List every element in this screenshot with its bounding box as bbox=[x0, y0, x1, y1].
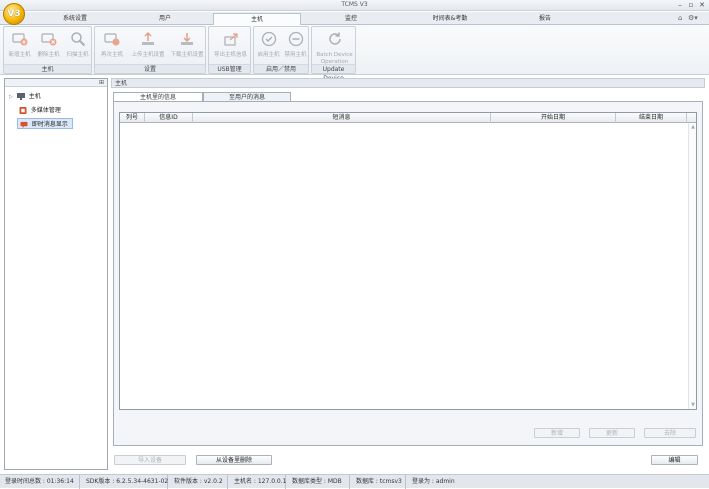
vertical-scrollbar[interactable]: ▲ ▼ bbox=[688, 123, 696, 409]
group-device: 新增主机 删除主机 扫描主机 主机 bbox=[3, 26, 92, 74]
search-icon bbox=[70, 32, 85, 47]
minimize-button[interactable]: – bbox=[675, 0, 685, 10]
status-host-name: 主机名 : 127.0.0.1 bbox=[231, 475, 286, 489]
download-icon bbox=[181, 33, 193, 45]
tree-item-messages[interactable]: 即时消息显示 bbox=[17, 118, 73, 129]
delete-button[interactable]: 去除 bbox=[644, 428, 696, 438]
tab-device[interactable]: 主机 bbox=[213, 13, 301, 25]
group-settings: 再次主机 上传主机设置 下载主机设置 设置 bbox=[94, 26, 206, 74]
restore-button[interactable]: ▫ bbox=[686, 0, 696, 10]
message-icon bbox=[20, 121, 28, 128]
column-header-message-id[interactable]: 信息ID bbox=[145, 113, 193, 123]
reconnect-device-button[interactable]: 再次主机 bbox=[97, 29, 127, 61]
column-header-start-date[interactable]: 开始日期 bbox=[491, 113, 616, 123]
title-bar: TCMS V3 – ▫ ✕ bbox=[0, 0, 709, 11]
app-logo[interactable]: V3 bbox=[3, 3, 25, 25]
close-button[interactable]: ✕ bbox=[697, 0, 707, 10]
settings-menu-icon[interactable]: ⚙▾ bbox=[688, 14, 698, 22]
add-device-button[interactable]: 新增主机 bbox=[6, 29, 33, 61]
status-database: 数据库 : tcmsv3 bbox=[353, 475, 406, 489]
ribbon-tabs: 系统设置 用户 主机 监控 时间表&考勤 报告 ⌂ ⚙▾ bbox=[0, 12, 709, 25]
status-login-time: 登录时间总数 : 01:36:14 bbox=[2, 475, 80, 489]
group-label: Update Device bbox=[312, 64, 355, 82]
tab-schedule[interactable]: 时间表&考勤 bbox=[410, 13, 490, 25]
table-header: 列号 信息ID 短消息 开始日期 结束日期 bbox=[120, 113, 696, 123]
group-label: USB管理 bbox=[209, 64, 250, 73]
pin-icon[interactable]: ⊞ bbox=[99, 79, 104, 86]
device-icon bbox=[104, 33, 120, 46]
upload-settings-button[interactable]: 上传主机设置 bbox=[129, 29, 167, 61]
media-icon bbox=[19, 107, 27, 114]
tab-users[interactable]: 用户 bbox=[130, 13, 200, 25]
column-header-end-date[interactable]: 结束日期 bbox=[616, 113, 687, 123]
group-label: 主机 bbox=[4, 64, 91, 73]
messages-table: 列号 信息ID 短消息 开始日期 结束日期 ▲ ▼ bbox=[119, 112, 697, 410]
expand-arrow-icon[interactable]: ▷ bbox=[9, 94, 13, 100]
group-label: 设置 bbox=[95, 64, 205, 73]
remove-from-device-button[interactable]: 从设备里删除 bbox=[196, 455, 272, 465]
check-circle-icon bbox=[261, 31, 276, 47]
scan-device-button[interactable]: 扫描主机 bbox=[64, 29, 91, 61]
status-sdk-version: SDK版本 : 6.2.5.34-4631-02 bbox=[83, 475, 168, 489]
window-title: TCMS V3 bbox=[341, 1, 368, 8]
status-logged-in-as: 登录为 : admin bbox=[412, 478, 455, 485]
delete-device-icon bbox=[40, 33, 56, 46]
group-label: 启用／禁用 bbox=[254, 64, 308, 73]
disable-device-button[interactable]: 禁用主机 bbox=[282, 29, 309, 61]
update-button[interactable]: 更新 bbox=[589, 428, 635, 438]
main-panel: 主机 主机里的信息 至用户的消息 列号 信息ID 短消息 开始日期 结束日期 ▲… bbox=[111, 78, 705, 470]
add-device-icon bbox=[11, 33, 27, 46]
main-header: 主机 bbox=[111, 78, 705, 88]
import-device-button[interactable]: 导入设备 bbox=[114, 455, 186, 465]
group-update-device: Batch Device Operation Update Device bbox=[311, 26, 356, 82]
add-button[interactable]: 新增 bbox=[534, 428, 580, 438]
delete-device-button[interactable]: 删除主机 bbox=[35, 29, 62, 61]
column-header-no[interactable]: 列号 bbox=[120, 113, 145, 123]
group-usb: 导出主机信息 USB管理 bbox=[208, 26, 251, 74]
export-icon bbox=[223, 33, 238, 46]
group-enable-disable: 启用主机 禁用主机 启用／禁用 bbox=[253, 26, 309, 74]
status-software-version: 软件版本 : v2.0.2 bbox=[171, 475, 228, 489]
status-bar: 登录时间总数 : 01:36:14 SDK版本 : 6.2.5.34-4631-… bbox=[0, 474, 709, 489]
upload-icon bbox=[142, 31, 154, 45]
edit-button[interactable]: 编辑 bbox=[651, 455, 698, 465]
enable-device-button[interactable]: 启用主机 bbox=[255, 29, 282, 61]
column-header-short-message[interactable]: 短消息 bbox=[193, 113, 491, 123]
tree-item-media[interactable]: 多媒体管理 bbox=[19, 105, 61, 116]
download-settings-button[interactable]: 下载主机设置 bbox=[168, 29, 206, 61]
export-device-info-button[interactable]: 导出主机信息 bbox=[211, 29, 250, 61]
help-icon[interactable]: ⌂ bbox=[678, 14, 682, 22]
ribbon: 新增主机 删除主机 扫描主机 主机 再次主机 上传主机设置 下载主机设置 设置 bbox=[0, 25, 709, 82]
status-database-type: 数据库类型 : MDB bbox=[289, 475, 350, 489]
tree-item-device[interactable]: ▷ 主机 bbox=[9, 91, 41, 102]
tab-report[interactable]: 报告 bbox=[510, 13, 580, 25]
tab-monitor[interactable]: 监控 bbox=[316, 13, 386, 25]
navigation-panel: ⊞ ▷ 主机 多媒体管理 即时消息显示 bbox=[4, 78, 108, 470]
batch-device-operation-button[interactable]: Batch Device Operation bbox=[314, 29, 355, 65]
minus-circle-icon bbox=[288, 31, 303, 47]
messages-content: 列号 信息ID 短消息 开始日期 结束日期 ▲ ▼ 新增 更新 去除 bbox=[113, 101, 703, 446]
computer-icon bbox=[16, 93, 25, 100]
scroll-down-icon[interactable]: ▼ bbox=[689, 401, 697, 409]
panel-header: ⊞ bbox=[5, 79, 107, 87]
tab-system-settings[interactable]: 系统设置 bbox=[40, 13, 110, 25]
scroll-up-icon[interactable]: ▲ bbox=[689, 123, 697, 131]
refresh-icon bbox=[328, 32, 341, 45]
